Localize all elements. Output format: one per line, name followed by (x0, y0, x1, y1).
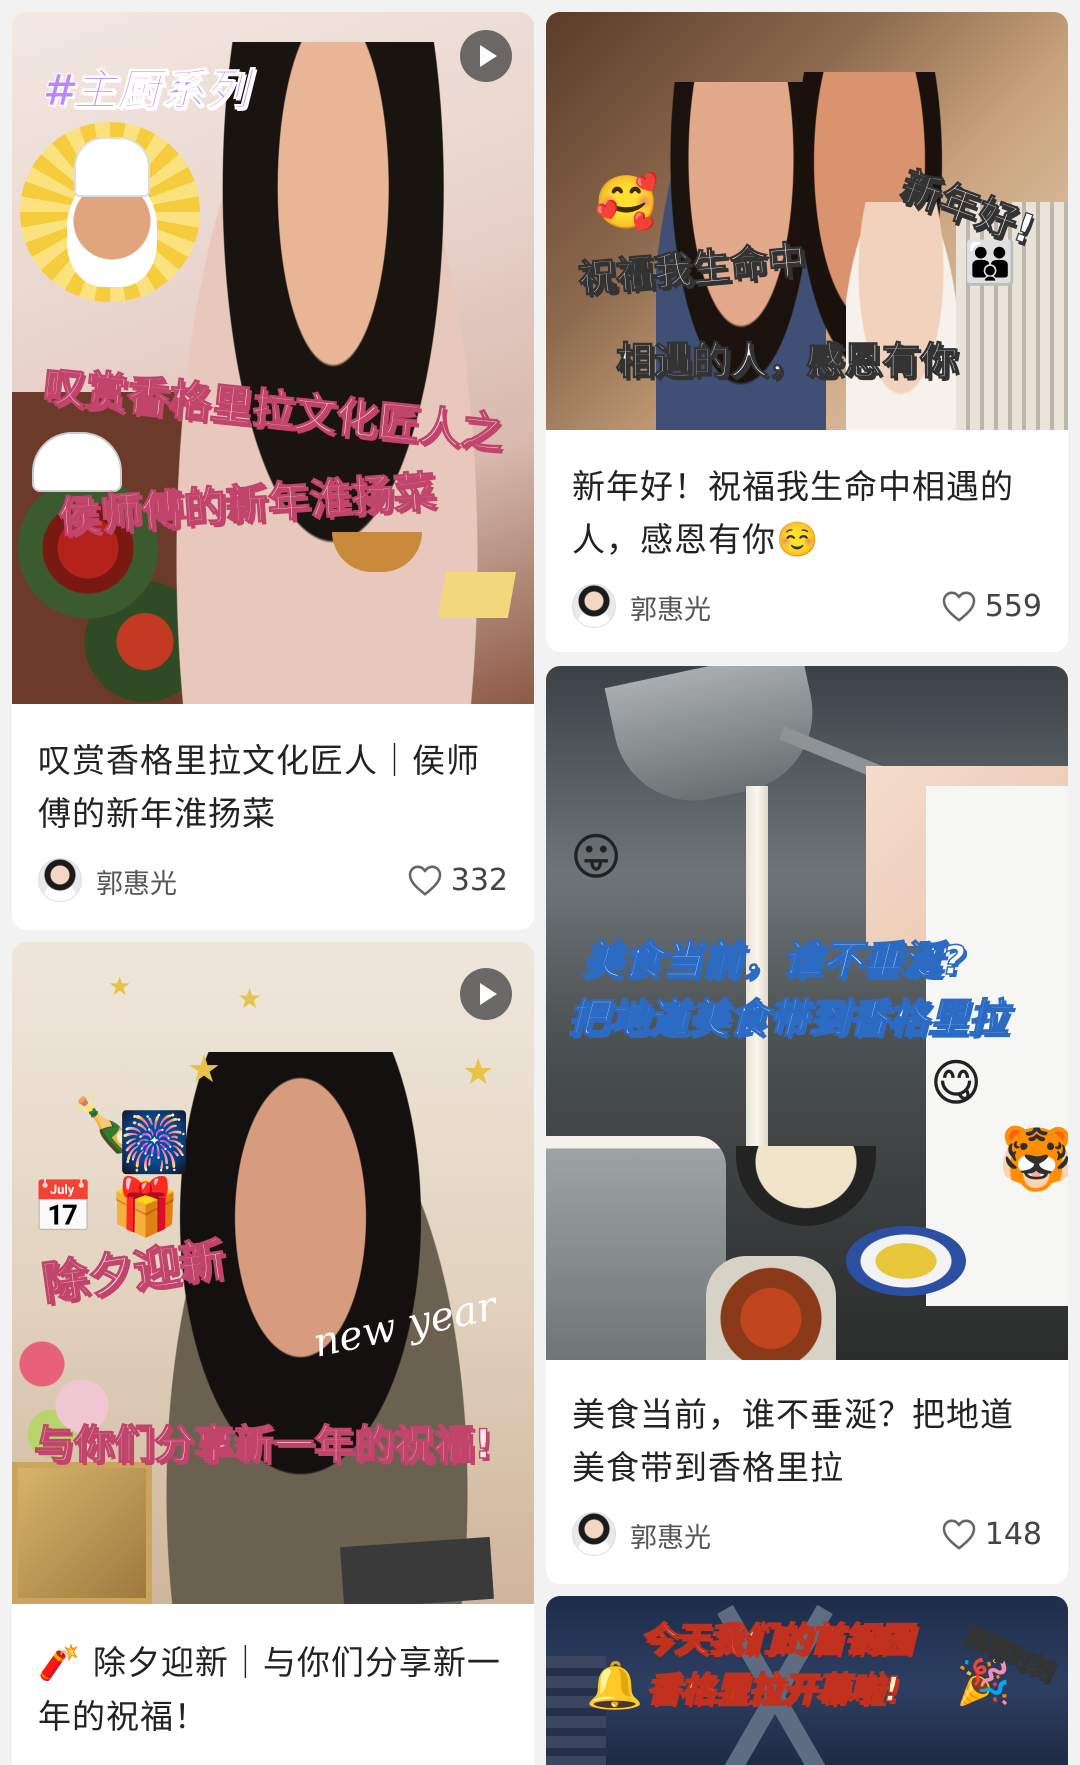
star-icon: ★ (108, 972, 132, 1002)
post-card[interactable]: 🔔 🎉 今天我们的首钢园 香格里拉开幕啦! 揭幕时刻 (546, 1596, 1068, 1765)
post-title[interactable]: 美食当前，谁不垂涎？把地道美食带到香格里拉 (572, 1388, 1042, 1494)
star-icon: ★ (237, 982, 263, 1015)
calendar-emoji: 📅 (32, 1178, 95, 1236)
post-meta: 郭惠光 559 (572, 582, 1042, 630)
star-icon: ★ (462, 1052, 495, 1093)
avatar[interactable] (572, 584, 616, 628)
fireworks-emoji: 🎆 (118, 1108, 191, 1176)
post-title-text: 除夕迎新｜与你们分享新一年的祝福！ (38, 1643, 501, 1736)
post-cover-image[interactable]: 🔔 🎉 今天我们的首钢园 香格里拉开幕啦! 揭幕时刻 (546, 1596, 1068, 1765)
heart-outline-icon (942, 591, 976, 622)
post-cover-image[interactable]: 🥰 👪 新年好! 祝福我生命中 相遇的人，感恩有你 (546, 12, 1068, 430)
yum-emoji: 😋 (930, 1054, 983, 1112)
author-name[interactable]: 郭惠光 (96, 862, 177, 901)
relaxed-emoji: ☺️ (776, 520, 820, 560)
post-meta: 郭惠光 148 (572, 1510, 1042, 1558)
play-icon[interactable] (460, 968, 512, 1020)
like-count: 148 (984, 1516, 1042, 1552)
tongue-emoji: 😛 (570, 828, 623, 886)
cover-tag: #主厨系列 (42, 65, 250, 117)
heart-outline-icon (942, 1519, 976, 1550)
cover-headline-2: 把地道美食带到香格里拉 (567, 995, 1009, 1043)
avatar[interactable] (38, 858, 82, 902)
post-meta: 郭惠光 332 (38, 856, 508, 904)
post-card[interactable]: #主厨系列 叹赏香格里拉文化匠人之 侯师傅的新年淮扬菜 叹赏香格里拉文化匠人｜侯… (12, 12, 534, 930)
avatar[interactable] (572, 1512, 616, 1556)
cover-headline-2: 与你们分享新一年的祝福! (33, 1421, 493, 1468)
author-name[interactable]: 郭惠光 (630, 1516, 711, 1555)
post-card[interactable]: 🥰 👪 新年好! 祝福我生命中 相遇的人，感恩有你 新年好！祝福我生命中相遇的人… (546, 12, 1068, 652)
star-icon: ★ (187, 1047, 222, 1091)
cover-headline-1: 今天我们的首钢园 (639, 1619, 913, 1661)
like-button[interactable]: 148 (941, 1514, 1042, 1554)
post-cover-image[interactable]: 😛 😋 🐯 美食当前，谁不垂涎? 把地道美食带到香格里拉 (546, 666, 1068, 1360)
like-button[interactable]: 332 (407, 860, 508, 900)
like-count: 559 (984, 588, 1042, 624)
play-icon[interactable] (460, 30, 512, 82)
post-title[interactable]: 🧨 除夕迎新｜与你们分享新一年的祝福！ (38, 1636, 508, 1743)
heart-outline-icon (408, 865, 442, 896)
firecracker-emoji: 🧨 (38, 1643, 82, 1683)
cover-headline-2: 相遇的人，感恩有你 (615, 338, 959, 383)
post-title[interactable]: 叹赏香格里拉文化匠人｜侯师傅的新年淮扬菜 (38, 734, 508, 840)
cover-headline-2: 香格里拉开幕啦! (645, 1669, 900, 1711)
post-cover-image[interactable]: #主厨系列 叹赏香格里拉文化匠人之 侯师傅的新年淮扬菜 (12, 12, 534, 704)
post-cover-image[interactable]: 🍾 🎆 🎁 📅 ★ ★ ★ ★ 除夕迎新 new year 与你们分享新一年的祝… (12, 942, 534, 1604)
post-card[interactable]: 😛 😋 🐯 美食当前，谁不垂涎? 把地道美食带到香格里拉 美食当前，谁不垂涎？把… (546, 666, 1068, 1584)
post-title[interactable]: 新年好！祝福我生命中相遇的人，感恩有你☺️ (572, 460, 1042, 567)
post-card[interactable]: 🍾 🎆 🎁 📅 ★ ★ ★ ★ 除夕迎新 new year 与你们分享新一年的祝… (12, 942, 534, 1765)
bell-emoji: 🔔 (586, 1658, 644, 1712)
smiling-face-emoji: 🥰 (594, 173, 659, 233)
tiger-emoji: 🐯 (998, 1122, 1068, 1195)
like-count: 332 (450, 862, 508, 898)
cover-headline-1: 美食当前，谁不垂涎? (581, 937, 966, 985)
like-button[interactable]: 559 (941, 586, 1042, 626)
author-name[interactable]: 郭惠光 (630, 588, 711, 627)
